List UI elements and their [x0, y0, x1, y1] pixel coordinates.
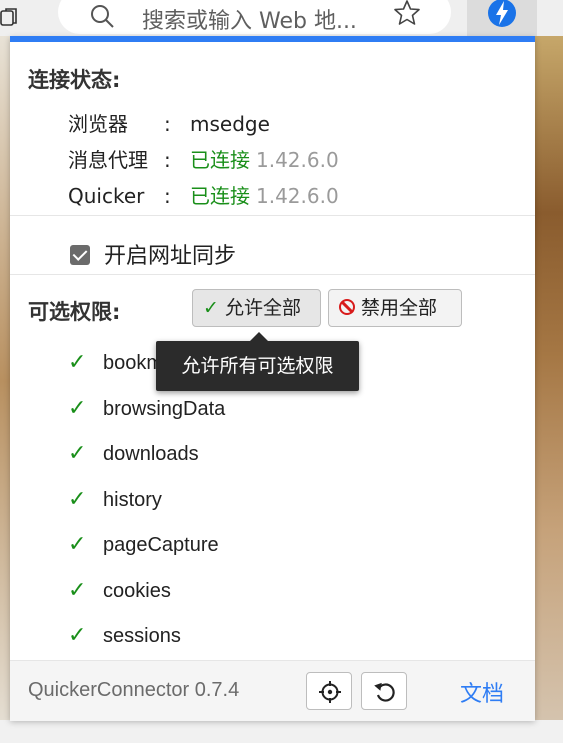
docs-link[interactable]: 文档	[460, 676, 504, 708]
check-icon: ✓	[68, 349, 87, 374]
permission-item[interactable]: ✓ browsingData	[68, 395, 225, 421]
divider	[10, 274, 535, 275]
permission-label: cookies	[103, 580, 171, 602]
extension-popup: 连接状态: 浏览器: msedge 消息代理: 已连接 1.42.6.0 Quicke…	[10, 36, 535, 721]
optional-permissions-title: 可选权限:	[28, 300, 121, 324]
check-icon: ✓	[68, 395, 87, 420]
url-sync-label: 开启网址同步	[104, 244, 237, 269]
connection-row-quicker: Quicker: 已连接 1.42.6.0	[68, 180, 339, 209]
permission-label: browsingData	[103, 398, 226, 420]
background-page-bottom	[0, 720, 563, 743]
permission-label: history	[103, 489, 162, 511]
extension-version: QuickerConnector 0.7.4	[28, 679, 240, 701]
url-sync-toggle[interactable]: 开启网址同步	[70, 238, 236, 270]
row-separator: :	[164, 148, 171, 172]
row-key: 消息代理	[68, 148, 148, 172]
background-page-left	[0, 36, 10, 726]
browser-toolbar: 搜索或输入 Web 地...	[0, 0, 563, 36]
quicker-extension-button[interactable]	[467, 0, 537, 36]
check-icon: ✓	[68, 622, 87, 647]
divider	[10, 215, 535, 216]
address-bar[interactable]: 搜索或输入 Web 地...	[58, 0, 451, 34]
allow-all-tooltip: 允许所有可选权限	[156, 332, 359, 391]
check-icon: ✓	[68, 577, 87, 602]
row-separator: :	[164, 112, 171, 136]
address-placeholder[interactable]: 搜索或输入 Web 地...	[142, 3, 357, 35]
deny-all-label: 禁用全部	[361, 297, 438, 319]
reset-button[interactable]	[361, 672, 407, 710]
popup-footer: QuickerConnector 0.7.4 文档	[10, 660, 535, 721]
undo-icon	[374, 682, 395, 702]
status-connected: 已连接	[190, 184, 250, 208]
locate-button[interactable]	[306, 672, 352, 710]
permission-item[interactable]: ✓ pageCapture	[68, 531, 219, 557]
version-number: 1.42.6.0	[256, 148, 339, 172]
allow-all-label: 允许全部	[224, 297, 301, 319]
connection-row-message-proxy: 消息代理: 已连接 1.42.6.0	[68, 144, 339, 173]
check-icon: ✓	[68, 440, 87, 465]
search-icon	[88, 2, 116, 30]
tabs-icon[interactable]	[0, 6, 20, 28]
version-number: 1.42.6.0	[256, 184, 339, 208]
connection-status-title: 连接状态:	[28, 68, 121, 92]
check-icon: ✓	[68, 531, 87, 556]
permission-item[interactable]: ✓ sessions	[68, 622, 181, 648]
permission-label: pageCapture	[103, 534, 219, 556]
browser-name: msedge	[190, 112, 270, 136]
star-icon[interactable]	[392, 0, 422, 28]
lightning-icon	[488, 0, 516, 27]
permission-item[interactable]: ✓ downloads	[68, 440, 199, 466]
check-icon: ✓	[203, 297, 219, 319]
row-key: Quicker	[68, 184, 145, 208]
permission-label: sessions	[103, 625, 181, 647]
permission-item[interactable]: ✓ cookies	[68, 577, 171, 603]
ban-icon	[339, 298, 355, 315]
row-key: 浏览器	[68, 112, 128, 136]
status-connected: 已连接	[190, 148, 250, 172]
check-icon: ✓	[68, 486, 87, 511]
crosshair-icon	[319, 681, 341, 703]
deny-all-button[interactable]: 禁用全部	[328, 289, 462, 327]
url-sync-checkbox[interactable]	[70, 245, 90, 265]
connection-row-browser: 浏览器: msedge	[68, 108, 270, 137]
row-separator: :	[164, 184, 171, 208]
permission-label: downloads	[103, 443, 199, 465]
allow-all-button[interactable]: ✓ 允许全部	[192, 289, 321, 327]
permission-item[interactable]: ✓ history	[68, 486, 162, 512]
background-page-right	[535, 36, 563, 743]
